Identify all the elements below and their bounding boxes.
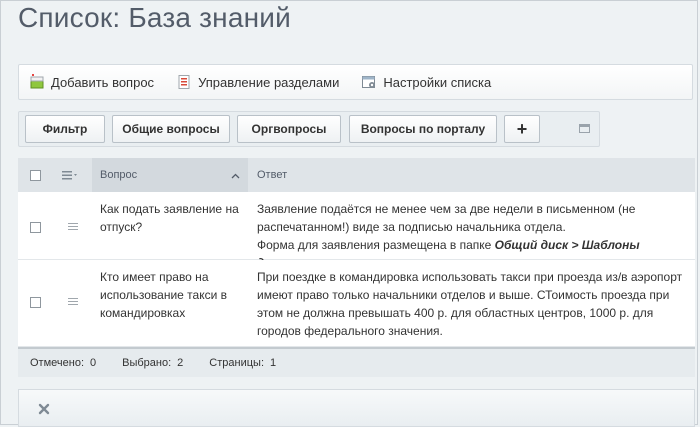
- knowledge-base-grid: Вопрос Ответ Как подать заявление на отп…: [18, 158, 695, 377]
- selected-label: Выбрано:: [122, 357, 172, 369]
- list-settings-icon: [361, 74, 377, 90]
- list-toolbar: Добавить вопрос Управление разделами Нас…: [18, 64, 693, 100]
- pages-value[interactable]: 1: [270, 357, 276, 369]
- grid-footer: Отмечено: 0 Выбрано: 2 Страницы: 1: [18, 347, 695, 377]
- column-menu-icon[interactable]: [62, 158, 80, 192]
- expand-icon[interactable]: [579, 124, 590, 133]
- page-title: Список: База знаний: [18, 2, 291, 33]
- group-action-bar: [18, 389, 695, 427]
- column-answer-label: Ответ: [257, 169, 288, 181]
- column-question[interactable]: Вопрос: [92, 158, 248, 192]
- pages-label: Страницы:: [209, 357, 264, 369]
- answer-cell: При поездке в командировка использовать …: [257, 270, 683, 338]
- add-filter-button[interactable]: +: [504, 115, 540, 143]
- list-settings-label: Настройки списка: [383, 74, 492, 90]
- sort-asc-icon: [231, 170, 240, 182]
- org-questions-button[interactable]: Оргвопросы: [237, 115, 341, 143]
- grid-header: Вопрос Ответ: [18, 158, 695, 192]
- row-checkbox[interactable]: [30, 297, 41, 308]
- row-menu-icon[interactable]: [68, 298, 78, 307]
- row-menu-icon[interactable]: [68, 223, 78, 232]
- answer-text-form: Форма для заявления размещена в папке: [257, 238, 495, 252]
- table-row[interactable]: Кто имеет право на использование такси в…: [18, 260, 695, 347]
- marked-value: 0: [90, 357, 97, 369]
- table-row[interactable]: Как подать заявление на отпуск? Заявлени…: [18, 192, 695, 270]
- list-settings-button[interactable]: Настройки списка: [361, 74, 491, 90]
- question-cell[interactable]: Кто имеет право на использование такси в…: [100, 268, 240, 322]
- add-question-icon: [29, 74, 45, 90]
- question-cell[interactable]: Как подать заявление на отпуск?: [100, 200, 240, 236]
- manage-sections-icon: [176, 74, 192, 90]
- row-checkbox[interactable]: [30, 222, 41, 233]
- add-question-button[interactable]: Добавить вопрос: [29, 74, 154, 90]
- general-questions-button[interactable]: Общие вопросы: [112, 115, 230, 143]
- filter-bar: Фильтр Общие вопросы Оргвопросы Вопросы …: [18, 111, 600, 147]
- column-question-label: Вопрос: [100, 169, 138, 181]
- manage-sections-button[interactable]: Управление разделами: [176, 74, 339, 90]
- portal-questions-button[interactable]: Вопросы по порталу: [349, 115, 497, 143]
- selected-value: 2: [177, 357, 184, 369]
- filter-button[interactable]: Фильтр: [25, 115, 105, 143]
- add-question-label: Добавить вопрос: [51, 74, 155, 90]
- manage-sections-label: Управление разделами: [198, 74, 340, 90]
- column-answer[interactable]: Ответ: [257, 158, 287, 192]
- answer-text: Заявление подаётся не менее чем за две н…: [257, 202, 636, 234]
- select-all-checkbox[interactable]: [30, 170, 41, 181]
- marked-label: Отмечено:: [30, 357, 85, 369]
- close-icon[interactable]: [38, 402, 50, 420]
